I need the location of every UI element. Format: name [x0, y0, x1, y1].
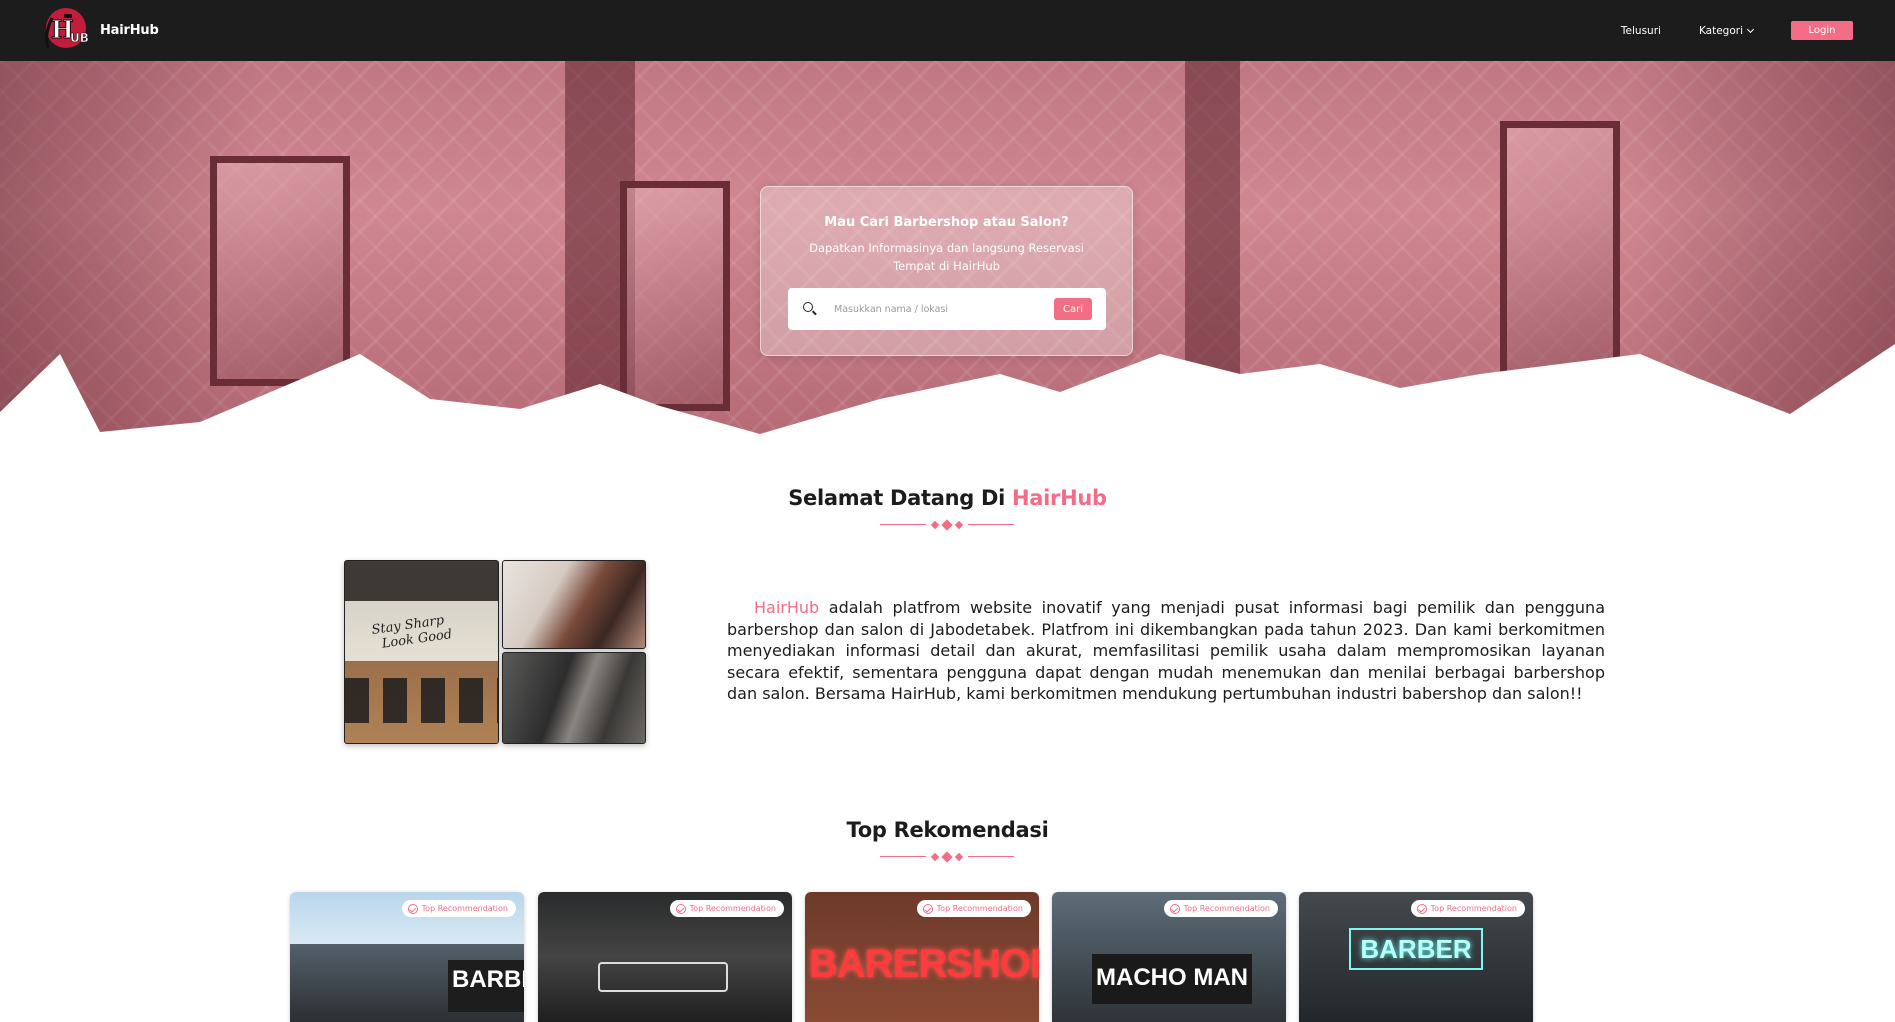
title-divider — [880, 851, 1014, 863]
search-button[interactable]: Cari — [1054, 298, 1092, 320]
brand[interactable]: H UB HairHub — [40, 4, 159, 56]
top-recommendation-badge: Top Recommendation — [669, 900, 784, 917]
nav-link-label: Kategori — [1698, 24, 1743, 37]
gallery-image-barber-cut — [502, 652, 646, 744]
card-sign: BARBER — [1349, 928, 1483, 970]
card-sign: MACHO MAN — [1092, 954, 1252, 1004]
welcome-title-prefix: Selamat Datang Di — [788, 486, 1013, 510]
hero-wave-divider — [0, 344, 1895, 434]
badge-label: Top Recommendation — [1430, 904, 1517, 913]
nav-link-label: Telusuri — [1620, 24, 1661, 37]
about-paragraph: HairHub adalah platfrom website inovatif… — [727, 597, 1605, 705]
recommendation-card[interactable]: Top Recommendation — [538, 892, 792, 1022]
card-sign: BARBER — [448, 960, 524, 1012]
chevron-down-icon — [1746, 25, 1755, 33]
badge-label: Top Recommendation — [936, 904, 1023, 913]
about-text: adalah platfrom website inovatif yang me… — [727, 598, 1605, 703]
svg-text:UB: UB — [70, 31, 89, 45]
search-title: Mau Cari Barbershop atau Salon? — [824, 215, 1069, 230]
card-sign: BARERSHOP — [809, 942, 1039, 986]
check-circle-icon — [675, 903, 686, 914]
check-circle-icon — [407, 903, 418, 914]
card-sign — [598, 962, 728, 992]
nav-link-telusuri[interactable]: Telusuri — [1621, 25, 1661, 37]
gallery-image-salon-interior: Stay Sharp Look Good — [344, 560, 499, 744]
check-circle-icon — [1169, 903, 1180, 914]
search-box: Cari — [788, 288, 1106, 330]
hero-banner: Mau Cari Barbershop atau Salon? Dapatkan… — [0, 61, 1895, 434]
recommendations-title: Top Rekomendasi — [846, 818, 1049, 842]
about-brand: HairHub — [754, 598, 820, 617]
title-divider — [880, 519, 1014, 531]
badge-label: Top Recommendation — [1183, 904, 1270, 913]
badge-label: Top Recommendation — [421, 904, 508, 913]
top-recommendation-badge: Top Recommendation — [1163, 900, 1278, 917]
recommendation-card[interactable]: BARBER Top Recommendation — [1299, 892, 1533, 1022]
recommendation-card[interactable]: MACHO MAN Top Recommendation — [1052, 892, 1286, 1022]
top-recommendation-badge: Top Recommendation — [916, 900, 1031, 917]
badge-label: Top Recommendation — [689, 904, 776, 913]
check-circle-icon — [922, 903, 933, 914]
check-circle-icon — [1416, 903, 1427, 914]
hairhub-logo: H UB — [40, 4, 96, 56]
login-button[interactable]: Login — [1791, 21, 1853, 40]
nav-links: Telusuri Kategori Login — [1621, 0, 1853, 61]
navbar: H UB HairHub Telusuri Kategori Login — [0, 0, 1895, 61]
recommendation-card[interactable]: BARBER Top Recommendation — [290, 892, 524, 1022]
brand-name: HairHub — [100, 22, 159, 38]
search-icon — [803, 302, 817, 316]
welcome-title-accent: HairHub — [1012, 486, 1107, 510]
top-recommendation-badge: Top Recommendation — [1410, 900, 1525, 917]
welcome-title: Selamat Datang Di HairHub — [0, 486, 1895, 510]
search-input[interactable] — [834, 303, 1034, 315]
recommendation-card[interactable]: BARERSHOP Top Recommendation — [805, 892, 1039, 1022]
search-card: Mau Cari Barbershop atau Salon? Dapatkan… — [760, 186, 1133, 356]
search-subtitle: Dapatkan Informasinya dan langsung Reser… — [809, 241, 1084, 273]
nav-dropdown-kategori[interactable]: Kategori — [1698, 24, 1755, 37]
top-recommendation-badge: Top Recommendation — [401, 900, 516, 917]
gallery-image-hair-styling — [502, 560, 646, 649]
